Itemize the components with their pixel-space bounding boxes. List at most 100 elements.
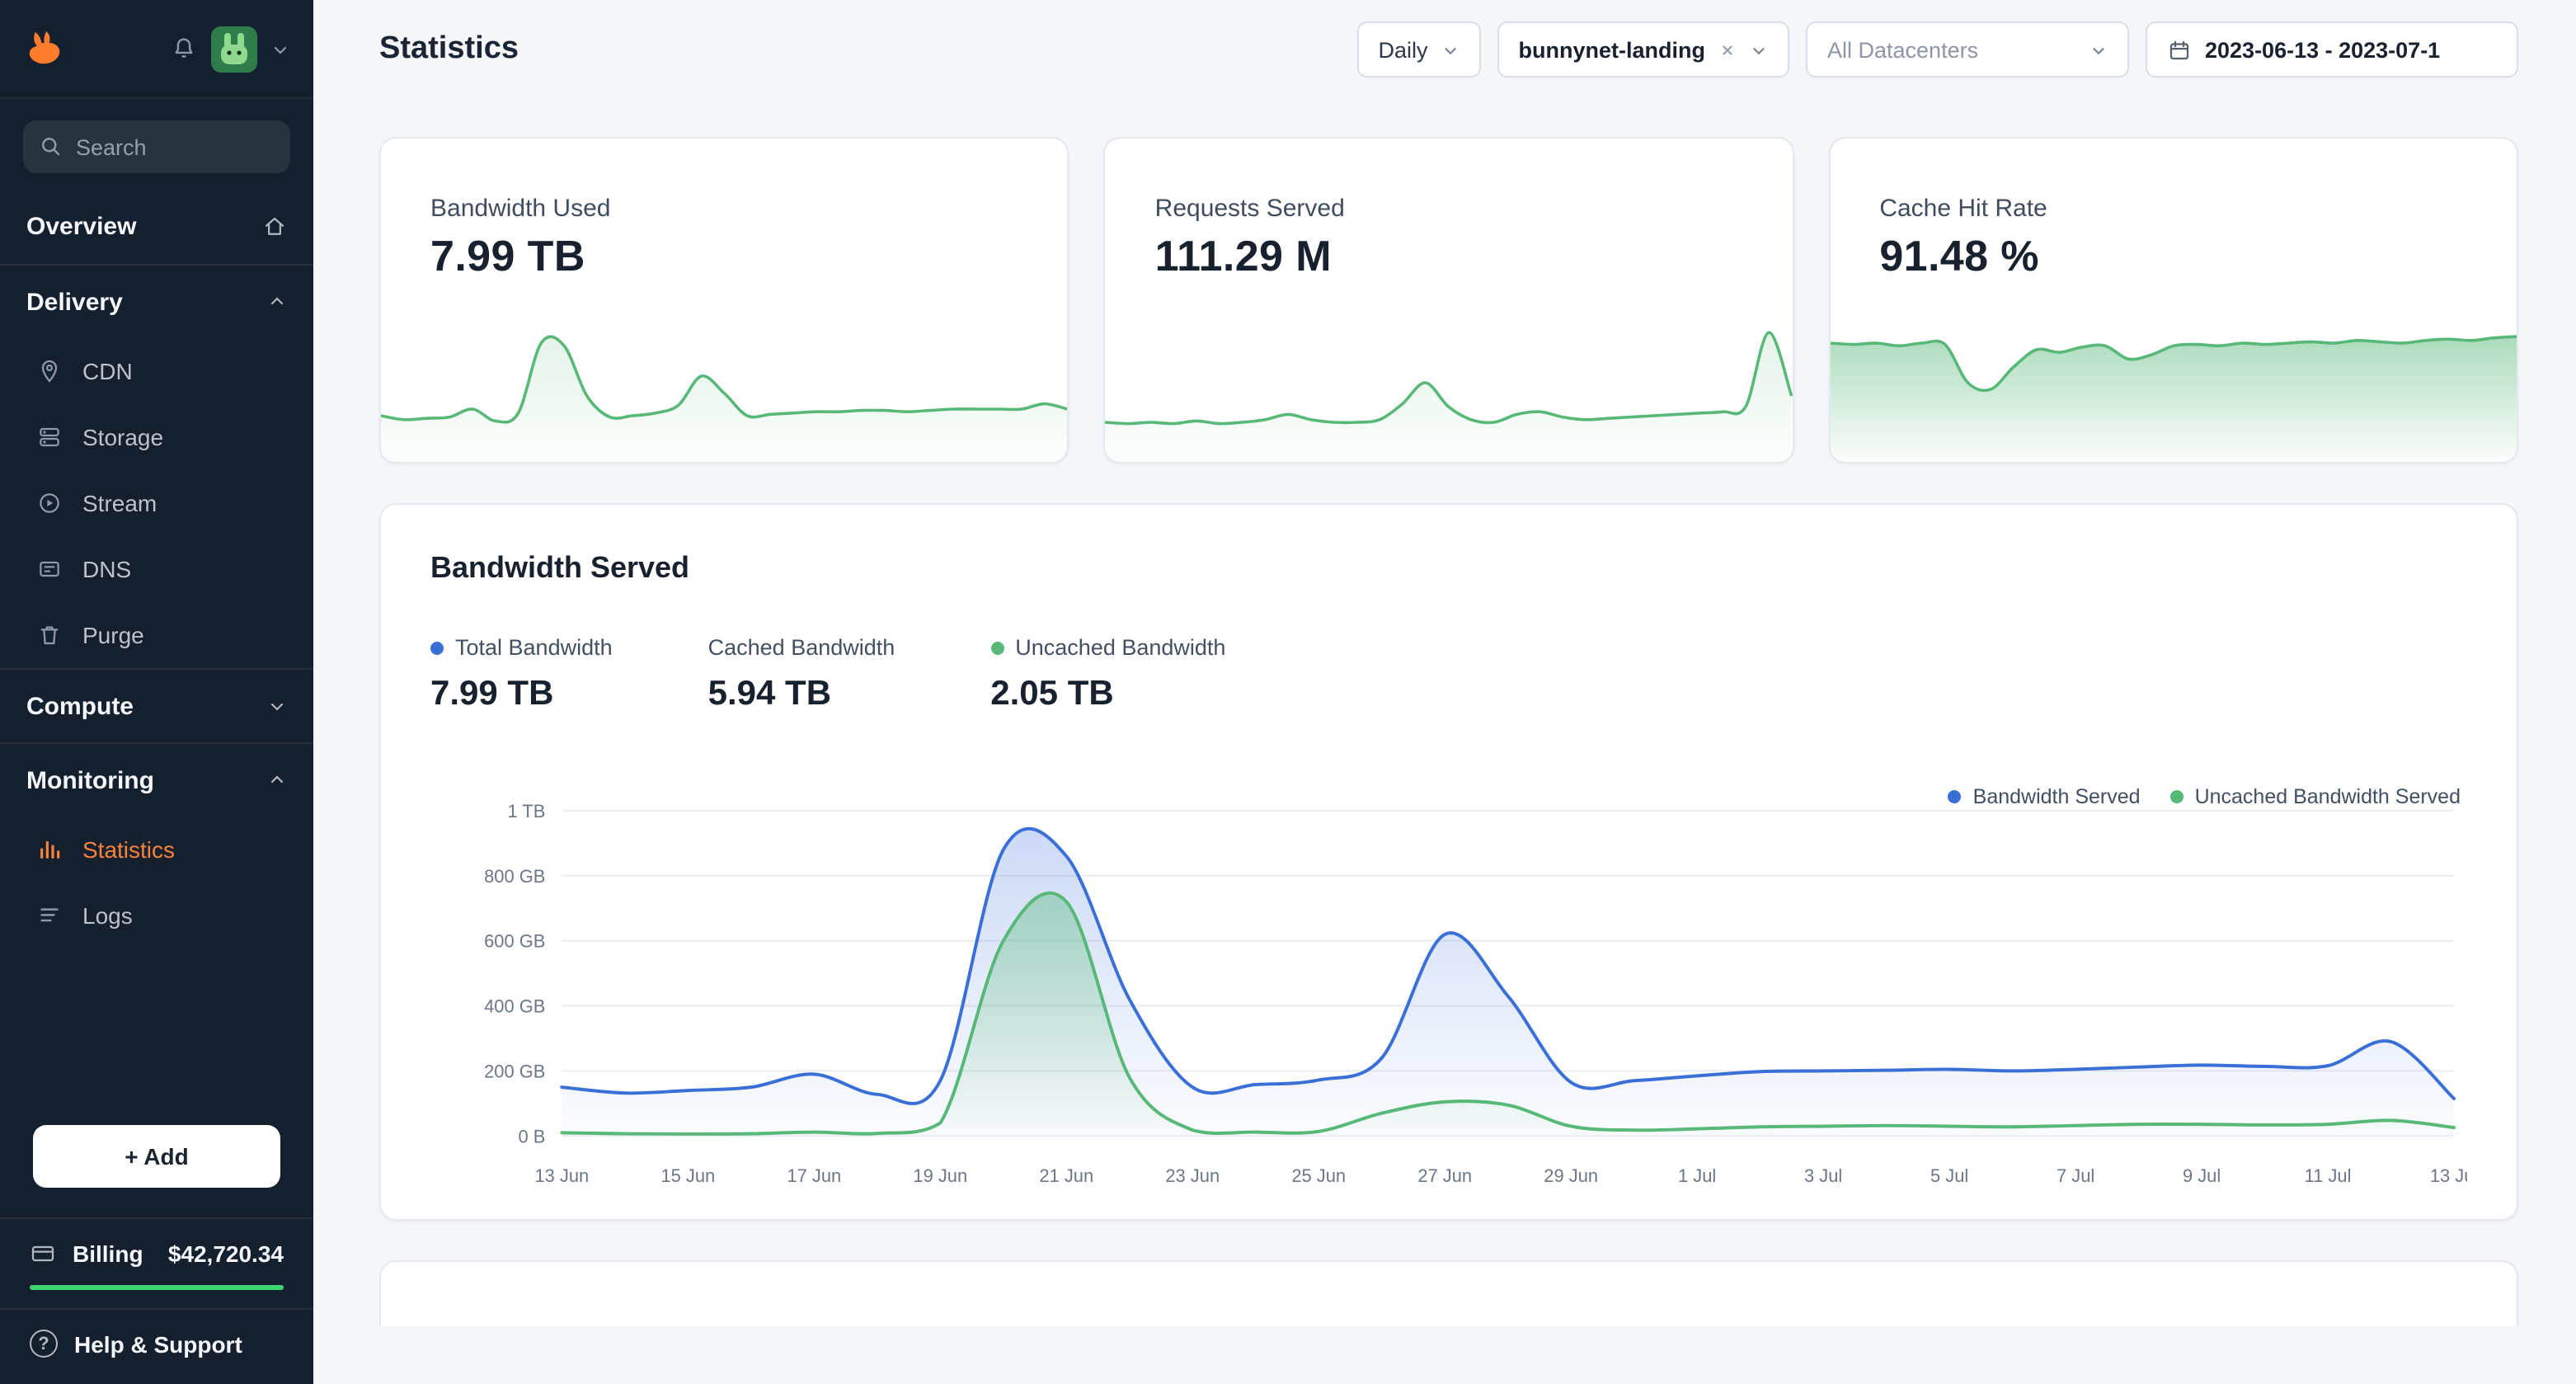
svg-text:200 GB: 200 GB — [484, 1061, 545, 1081]
play-circle-icon — [36, 490, 63, 516]
sidebar-section-monitoring[interactable]: Monitoring — [0, 742, 313, 817]
sidebar-item-stream[interactable]: Stream — [0, 470, 313, 536]
chevron-down-icon — [1441, 40, 1460, 59]
legend-label: Bandwidth Served — [1973, 785, 2141, 808]
stream-label: Stream — [82, 490, 157, 516]
storage-stack-icon — [36, 424, 63, 450]
sidebar-item-statistics[interactable]: Statistics — [0, 817, 313, 883]
datacenter-value: All Datacenters — [1827, 37, 1978, 62]
sidebar-nav: Overview Delivery CDN Storage — [0, 190, 313, 949]
filter-bar: Daily bunnynet-landing All Datacenters — [1357, 21, 2519, 78]
overview-label: Overview — [26, 213, 136, 241]
svg-text:400 GB: 400 GB — [484, 996, 545, 1017]
sidebar-section-compute[interactable]: Compute — [0, 668, 313, 742]
chart-legend: Bandwidth Served Uncached Bandwidth Serv… — [1948, 785, 2461, 808]
sidebar-item-purge[interactable]: Purge — [0, 602, 313, 668]
stat-card-value: 91.48 % — [1830, 223, 2517, 282]
logs-label: Logs — [82, 902, 133, 929]
pullzone-value: bunnynet-landing — [1519, 37, 1705, 62]
page-header: Statistics Daily bunnynet-landing — [379, 0, 2518, 99]
sidebar-section-delivery[interactable]: Delivery — [0, 264, 313, 338]
billing-label: Billing — [73, 1240, 143, 1267]
chart-metrics: Total Bandwidth 7.99 TB Cached Bandwidth… — [430, 635, 2467, 714]
help-support-link[interactable]: ? Help & Support — [0, 1308, 313, 1384]
date-range-picker[interactable]: 2023-06-13 - 2023-07-1 — [2146, 21, 2518, 78]
datacenter-select[interactable]: All Datacenters — [1806, 21, 2129, 78]
svg-text:13 Jul: 13 Jul — [2430, 1165, 2467, 1186]
chevron-up-icon — [267, 292, 287, 312]
chevron-down-icon — [267, 696, 287, 716]
billing-amount: $42,720.34 — [168, 1240, 284, 1267]
trash-icon — [36, 622, 63, 648]
app: Overview Delivery CDN Storage — [0, 0, 2576, 1384]
user-avatar[interactable] — [211, 26, 257, 72]
svg-text:23 Jun: 23 Jun — [1165, 1165, 1220, 1186]
delivery-label: Delivery — [26, 288, 123, 316]
sidebar-bottom: + Add Billing $42,720.34 ? Help & Suppor… — [0, 1125, 313, 1384]
svg-text:1 Jul: 1 Jul — [1678, 1165, 1716, 1186]
add-button[interactable]: + Add — [33, 1125, 280, 1188]
svg-text:600 GB: 600 GB — [484, 931, 545, 952]
svg-text:17 Jun: 17 Jun — [787, 1165, 841, 1186]
purge-label: Purge — [82, 622, 144, 648]
search-icon — [38, 134, 63, 158]
sidebar-item-overview[interactable]: Overview — [0, 190, 313, 264]
svg-text:3 Jul: 3 Jul — [1804, 1165, 1842, 1186]
stat-card-value: 7.99 TB — [381, 223, 1068, 282]
svg-text:1 TB: 1 TB — [508, 801, 546, 821]
stat-card-value: 111.29 M — [1106, 223, 1793, 282]
green-dot-icon — [2170, 790, 2183, 803]
chart-title: Bandwidth Served — [430, 551, 2467, 586]
next-card-partial — [379, 1260, 2518, 1326]
search-input[interactable] — [23, 120, 290, 173]
svg-text:0 B: 0 B — [519, 1126, 546, 1146]
storage-label: Storage — [82, 424, 163, 450]
statistics-label: Statistics — [82, 836, 175, 863]
period-select[interactable]: Daily — [1357, 21, 1481, 78]
logs-list-icon — [36, 902, 63, 929]
svg-text:5 Jul: 5 Jul — [1930, 1165, 1968, 1186]
bunny-logo[interactable] — [23, 27, 66, 70]
svg-text:19 Jun: 19 Jun — [913, 1165, 967, 1186]
billing-section[interactable]: Billing $42,720.34 — [0, 1217, 313, 1308]
svg-text:11 Jul: 11 Jul — [2305, 1165, 2352, 1186]
monitoring-label: Monitoring — [26, 766, 154, 794]
blue-dot-icon — [1948, 790, 1962, 803]
stat-card-cache-hit-rate: Cache Hit Rate 91.48 % — [1828, 137, 2518, 464]
dns-server-icon — [36, 556, 63, 582]
period-value: Daily — [1379, 37, 1428, 62]
sidebar-item-dns[interactable]: DNS — [0, 536, 313, 602]
metric-value: 7.99 TB — [430, 675, 613, 714]
svg-text:25 Jun: 25 Jun — [1291, 1165, 1346, 1186]
pullzone-select[interactable]: bunnynet-landing — [1497, 21, 1789, 78]
help-icon: ? — [30, 1330, 58, 1358]
cache-hit-rate-sparkline — [1830, 304, 2517, 462]
map-pin-icon — [36, 358, 63, 384]
sidebar-item-cdn[interactable]: CDN — [0, 338, 313, 404]
date-range-value: 2023-06-13 - 2023-07-1 — [2205, 37, 2440, 62]
chevron-down-icon — [1750, 40, 1768, 59]
page-title: Statistics — [379, 31, 519, 68]
metric-label: Uncached Bandwidth — [1015, 635, 1225, 660]
sidebar-item-logs[interactable]: Logs — [0, 883, 313, 949]
metric-value: 2.05 TB — [990, 675, 1225, 714]
dns-label: DNS — [82, 556, 131, 582]
account-chevron-down-icon[interactable] — [270, 39, 290, 59]
legend-label: Uncached Bandwidth Served — [2195, 785, 2461, 808]
billing-progress-bar — [30, 1285, 284, 1290]
svg-text:13 Jun: 13 Jun — [534, 1165, 589, 1186]
svg-text:9 Jul: 9 Jul — [2183, 1165, 2221, 1186]
stat-card-bandwidth-used: Bandwidth Used 7.99 TB — [379, 137, 1069, 464]
credit-card-icon — [30, 1240, 56, 1267]
metric-total-bandwidth: Total Bandwidth 7.99 TB — [430, 635, 613, 714]
bandwidth-served-card: Bandwidth Served Total Bandwidth 7.99 TB… — [379, 503, 2518, 1221]
svg-text:21 Jun: 21 Jun — [1039, 1165, 1093, 1186]
stat-card-label: Requests Served — [1106, 139, 1793, 223]
bandwidth-served-chart[interactable]: 0 B200 GB400 GB600 GB800 GB1 TB13 Jun15 … — [430, 787, 2467, 1203]
clear-x-icon[interactable] — [1718, 40, 1737, 59]
sidebar-item-storage[interactable]: Storage — [0, 404, 313, 470]
metric-label: Cached Bandwidth — [708, 635, 895, 660]
blue-dot-icon — [430, 641, 444, 654]
notifications-bell-icon[interactable] — [170, 35, 198, 63]
sidebar-search — [23, 120, 290, 173]
